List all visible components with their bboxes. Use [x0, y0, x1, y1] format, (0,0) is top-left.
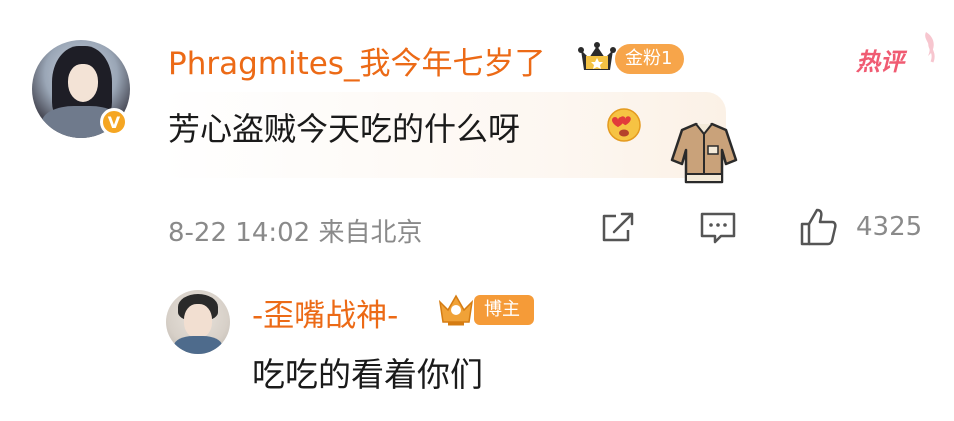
hot-comment-label: 热评 [856, 48, 904, 76]
comment-icon[interactable] [699, 210, 737, 246]
blogger-badge[interactable]: 博主 [474, 295, 534, 325]
avatar-face [68, 64, 98, 102]
verified-icon: V [100, 108, 128, 136]
crown-icon [578, 42, 616, 70]
like-icon[interactable] [798, 206, 840, 248]
avatar-face [184, 304, 212, 338]
blogger-crown-icon [438, 294, 474, 326]
fan-level-badge[interactable]: 金粉1 [615, 44, 685, 74]
avatar-clothing [174, 336, 222, 354]
commenter-username[interactable]: Phragmites_我今年七岁了 [168, 38, 545, 83]
reply-avatar[interactable] [166, 290, 230, 354]
love-emoji-icon [607, 108, 641, 142]
jacket-decoration-icon [670, 122, 738, 184]
comment-timestamp-location: 8-22 14:02 来自北京 [168, 218, 423, 248]
like-count: 4325 [856, 212, 923, 242]
share-icon[interactable] [600, 210, 636, 246]
reply-text: 吃吃的看着你们 [252, 355, 483, 394]
comment-text: 芳心盗贼今天吃的什么呀 [168, 110, 521, 148]
reply-username[interactable]: -歪嘴战神- [252, 290, 398, 335]
hot-flame-icon [925, 32, 935, 63]
